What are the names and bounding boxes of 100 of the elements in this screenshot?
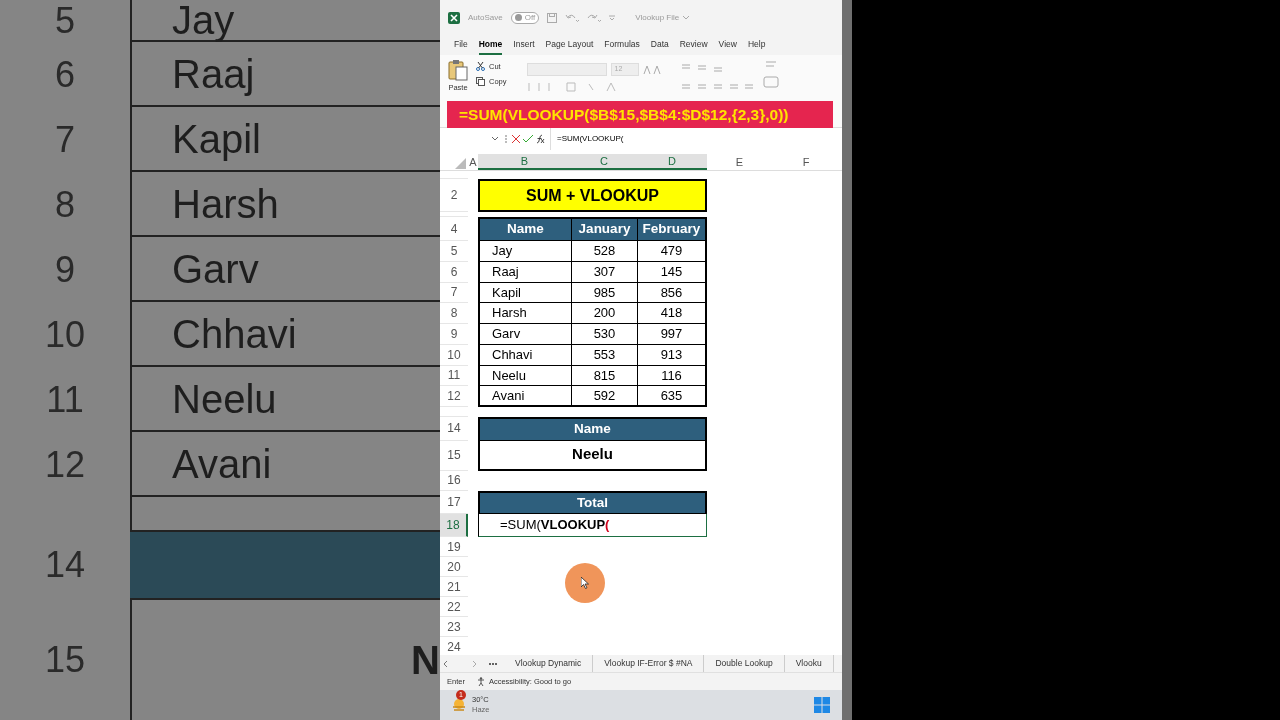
grow-font-icon[interactable] <box>642 64 663 75</box>
row-number[interactable]: 5 <box>450 241 458 260</box>
autosave-label: AutoSave <box>468 11 503 24</box>
scissors-icon <box>476 62 485 72</box>
column-header[interactable]: D <box>637 154 707 170</box>
row-number[interactable]: 23 <box>447 617 461 636</box>
customize-icon[interactable] <box>609 14 616 21</box>
spreadsheet-app-icon <box>448 11 460 24</box>
table-cell: 479 <box>637 241 707 262</box>
table-cell: Kapil <box>478 282 571 304</box>
row-number[interactable]: 8 <box>450 304 458 323</box>
row-number[interactable]: 11 <box>447 366 461 385</box>
row-number[interactable]: 12 <box>447 387 461 406</box>
copy-icon <box>476 77 485 87</box>
menu-tab[interactable]: Review <box>679 35 708 55</box>
chevron-down-icon[interactable] <box>492 137 498 141</box>
table-cell: Avani <box>478 386 571 407</box>
table-cell: Chhavi <box>478 344 571 366</box>
row-number[interactable]: 19 <box>447 537 461 556</box>
column-heading: Total <box>478 490 707 514</box>
table-cell: Harsh <box>478 303 571 324</box>
row-number[interactable]: 7 <box>450 283 458 302</box>
font-name-field[interactable] <box>526 63 607 76</box>
row-number: 7 <box>55 117 75 162</box>
row-number[interactable]: 20 <box>447 557 461 576</box>
accessibility-icon[interactable] <box>476 677 487 686</box>
table-cell: 530 <box>571 324 637 345</box>
cell-text: Kapil <box>172 115 261 163</box>
row-number[interactable]: 17 <box>447 492 461 511</box>
row-number[interactable]: 2 <box>450 186 458 204</box>
row-number[interactable]: 4 <box>450 219 458 238</box>
table-cell: 200 <box>571 303 637 324</box>
column-heading: February <box>637 217 707 241</box>
row-number: 8 <box>55 182 75 227</box>
clipboard-icon <box>448 59 468 81</box>
column-heading: Name <box>478 217 571 241</box>
row-number: 15 <box>44 638 85 682</box>
row-number: 5 <box>55 0 75 43</box>
cell-text: Chhavi <box>172 310 297 358</box>
cell-input-field[interactable]: =SUM(VLOOKUP( <box>478 514 707 537</box>
cancel-icon[interactable] <box>510 134 522 144</box>
menu-tab[interactable]: Page Layout <box>545 35 594 55</box>
row-number[interactable]: 14 <box>447 419 461 438</box>
table-cell: 528 <box>571 241 637 262</box>
menu-tab[interactable]: Insert <box>513 35 535 55</box>
table-cell: 913 <box>637 344 707 366</box>
row-number: 10 <box>44 312 85 357</box>
table-cell: 418 <box>637 303 707 324</box>
row-number: 11 <box>46 377 84 422</box>
table-cell: Neelu <box>478 440 707 471</box>
row-number[interactable]: 22 <box>447 597 461 616</box>
column-heading: Name <box>478 417 707 441</box>
cell-text: Avani <box>172 440 272 488</box>
row-number: 9 <box>55 247 75 292</box>
table-cell: 307 <box>571 261 637 283</box>
row-number[interactable]: 10 <box>447 345 461 364</box>
menu-tab[interactable]: Data <box>650 35 669 55</box>
table-cell: 145 <box>637 261 707 283</box>
row-number: 12 <box>44 442 85 487</box>
cell-text: N <box>411 637 440 684</box>
save-icon[interactable] <box>547 12 558 23</box>
menu-tab[interactable]: Formulas <box>604 35 640 55</box>
row-number[interactable]: 6 <box>450 262 458 281</box>
table-cell: Raaj <box>478 261 571 283</box>
row-number[interactable]: 21 <box>447 577 461 596</box>
table-cell: Neelu <box>478 365 571 387</box>
function-icon[interactable] <box>534 134 546 144</box>
table-cell: 856 <box>637 282 707 304</box>
menu-tab[interactable]: Help <box>747 35 766 55</box>
check-icon[interactable] <box>522 134 534 144</box>
cell-text: Garv <box>172 245 259 293</box>
table-cell: 592 <box>571 386 637 407</box>
row-number[interactable]: 16 <box>447 471 461 489</box>
cell-text: Jay <box>172 0 235 44</box>
menu-tab[interactable]: File <box>454 35 468 55</box>
table-cell: Garv <box>478 324 571 345</box>
redo-icon[interactable] <box>587 12 602 23</box>
table-cell: 997 <box>637 324 707 345</box>
table-cell: Jay <box>478 241 571 262</box>
title-cell: SUM + VLOOKUP <box>478 179 707 212</box>
cell-text: Neelu <box>172 375 277 423</box>
table-cell: 815 <box>571 365 637 387</box>
row-number[interactable]: 15 <box>447 446 461 464</box>
row-number[interactable]: 24 <box>447 637 461 655</box>
row-number: 6 <box>55 52 75 97</box>
row-number: 14 <box>44 543 85 587</box>
cursor-icon <box>581 577 589 589</box>
cell-text: Harsh <box>172 180 279 228</box>
start-menu-icon[interactable] <box>814 697 830 713</box>
column-header[interactable]: C <box>571 154 637 170</box>
column-heading: January <box>571 217 637 241</box>
wrap-text-icon[interactable] <box>761 59 780 89</box>
row-number[interactable]: 9 <box>450 324 458 343</box>
banner-text: =SUM(VLOOKUP($B$15,$B$4:$D$12,{2,3},0)) <box>459 104 789 125</box>
menu-tab[interactable]: View <box>718 35 737 55</box>
column-header[interactable]: B <box>478 154 571 170</box>
table-cell: 553 <box>571 344 637 366</box>
table-cell: 635 <box>637 386 707 407</box>
weather-icon <box>452 698 466 712</box>
undo-icon[interactable] <box>565 12 580 23</box>
